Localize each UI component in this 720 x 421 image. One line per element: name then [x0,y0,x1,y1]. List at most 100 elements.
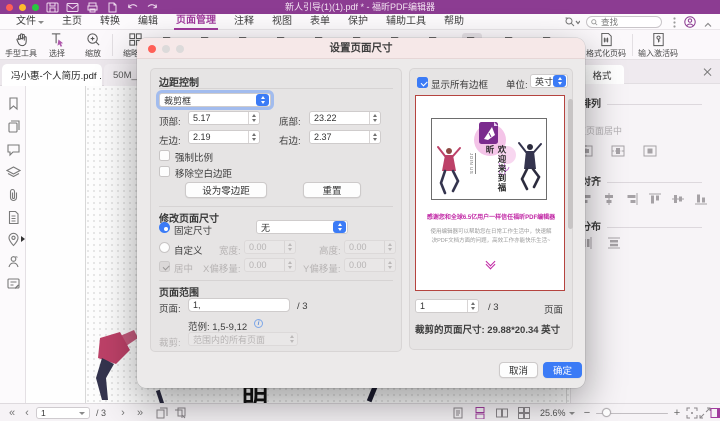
document-icon[interactable] [6,210,21,225]
format-page-number-button[interactable]: 格式化页码 [584,32,628,59]
ok-button[interactable]: 确定 [543,362,582,378]
right-margin-label: 右边: [279,133,301,147]
arrange-section-title: 排列 [581,95,702,110]
document-tab-active[interactable]: 冯小惠-个人简历.pdf ... [2,64,102,86]
panel-toggle-icon[interactable] [710,404,720,421]
zero-margin-button[interactable]: 设为零边距 [185,182,267,198]
stepper [284,259,295,271]
quad-view-icon[interactable] [518,404,530,421]
align-bottom-icon[interactable] [694,192,708,206]
y-offset-field: 0.00 [344,258,396,272]
status-bar: « ‹ 1 / 3 › » 25.6% − + [0,403,720,421]
stepper[interactable] [369,131,380,143]
close-icon[interactable] [703,67,712,76]
fixed-size-select[interactable]: 无 [256,220,348,234]
unit-select[interactable]: 英寸 [530,74,568,88]
preview-page-field[interactable]: 1 [415,299,479,313]
select-tool-button[interactable]: 选择 [38,32,76,63]
form-field-icon[interactable] [6,276,21,291]
first-page-button[interactable]: « [6,404,18,421]
tab-format[interactable]: 格式 [580,65,624,84]
menu-page-management[interactable]: 页面管理 [174,13,218,30]
box-type-select[interactable]: 裁剪框 [159,93,271,107]
center-vertical-icon[interactable] [611,144,625,158]
next-page-button[interactable]: › [118,404,128,421]
menu-file[interactable]: 文件 [14,14,46,29]
menu-comment[interactable]: 注释 [232,14,256,29]
destination-pin-icon[interactable] [6,232,21,247]
margin-control-card: 边距控制 裁剪框 顶部: 5.17 底部: 23.22 左边: 2.19 右边:… [150,68,402,352]
ribbon-separator [112,34,113,56]
more-options-icon[interactable] [673,17,676,28]
stepper[interactable] [248,131,259,143]
constrain-proportions-checkbox[interactable] [159,150,170,161]
zoom-in-button[interactable]: + [672,404,682,421]
menu-bar: 文件 主页 转换 编辑 页面管理 注释 视图 表单 保护 辅助工具 帮助 [0,14,720,30]
reset-button[interactable]: 重置 [303,182,361,198]
align-middle-icon[interactable] [671,192,685,206]
menu-form[interactable]: 表单 [308,14,332,29]
signature-person-icon[interactable] [6,254,21,269]
align-top-icon[interactable] [648,192,662,206]
previous-page-button[interactable]: ‹ [22,404,32,421]
single-page-view-icon[interactable] [452,404,464,421]
menu-protect[interactable]: 保护 [346,14,370,29]
continuous-view-icon[interactable] [474,404,486,421]
page-range-input[interactable]: 1, [188,298,290,312]
preview-headline: 感谢您和全球6.5亿用户一样信任福昕PDF编辑器 [422,214,560,222]
chevron-down-icon [38,21,44,24]
search-options-icon[interactable] [564,16,580,28]
page-preview[interactable]: 欢迎来到福昕 JOIN US 感谢您和全球6.5亿用户一样信任福昕PDF编辑器 … [415,95,565,291]
top-margin-field[interactable]: 5.17 [188,111,260,125]
search-input[interactable] [601,17,651,27]
collapse-ribbon-icon[interactable] [704,19,712,25]
info-icon[interactable]: i [254,319,263,328]
facing-view-icon[interactable] [496,404,508,421]
preview-scrollbar[interactable] [568,99,573,229]
right-margin-field[interactable]: 2.37 [309,130,381,144]
show-all-borders-checkbox[interactable] [417,77,428,88]
zoom-level-label[interactable]: 25.6% [540,404,575,421]
menu-convert[interactable]: 转换 [98,14,122,29]
activation-code-button[interactable]: 输入激活码 [636,32,680,59]
next-view-icon[interactable] [174,404,186,421]
comment-icon[interactable] [6,142,21,157]
menu-view[interactable]: 视图 [270,14,294,29]
menu-accessibility[interactable]: 辅助工具 [384,14,428,29]
cancel-button[interactable]: 取消 [499,362,538,378]
menu-help[interactable]: 帮助 [442,14,466,29]
hand-tool-button[interactable]: 手型工具 [2,32,40,59]
previous-view-icon[interactable] [156,404,168,421]
fixed-size-radio[interactable] [159,222,170,233]
left-margin-field[interactable]: 2.19 [188,130,260,144]
preview-illustration: 欢迎来到福昕 JOIN US [431,118,547,200]
align-section-title: 对齐 [581,173,702,188]
sidebar-expand-arrow[interactable] [21,236,25,242]
select-arrows-icon [553,75,566,87]
bottom-margin-field[interactable]: 23.22 [309,111,381,125]
center-both-icon[interactable] [643,144,657,158]
page-number-field[interactable]: 1 [36,407,90,419]
attachment-icon[interactable] [6,188,21,203]
layers-icon[interactable] [6,165,21,180]
fit-page-icon[interactable] [686,404,698,421]
align-center-h-icon[interactable] [602,192,616,206]
avatar[interactable] [684,16,696,28]
menu-edit[interactable]: 编辑 [136,14,160,29]
menu-home[interactable]: 主页 [60,14,84,29]
distribute-vertical-icon[interactable] [607,236,621,250]
zoom-out-button[interactable]: − [582,404,592,421]
stepper[interactable] [467,300,478,312]
align-right-icon[interactable] [625,192,639,206]
pages-icon[interactable] [6,119,21,134]
stepper[interactable] [369,112,380,124]
last-page-button[interactable]: » [134,404,146,421]
title-bar: 新人引导(1)(1).pdf * - 福昕PDF编辑器 [0,0,720,14]
custom-size-radio[interactable] [159,242,170,253]
stepper[interactable] [248,112,259,124]
bookmark-icon[interactable] [6,96,21,111]
x-offset-field: 0.00 [244,258,296,272]
remove-white-margin-checkbox[interactable] [159,166,170,177]
zoom-tool-button[interactable]: 缩放 [74,32,112,63]
zoom-slider-knob[interactable] [602,408,611,417]
